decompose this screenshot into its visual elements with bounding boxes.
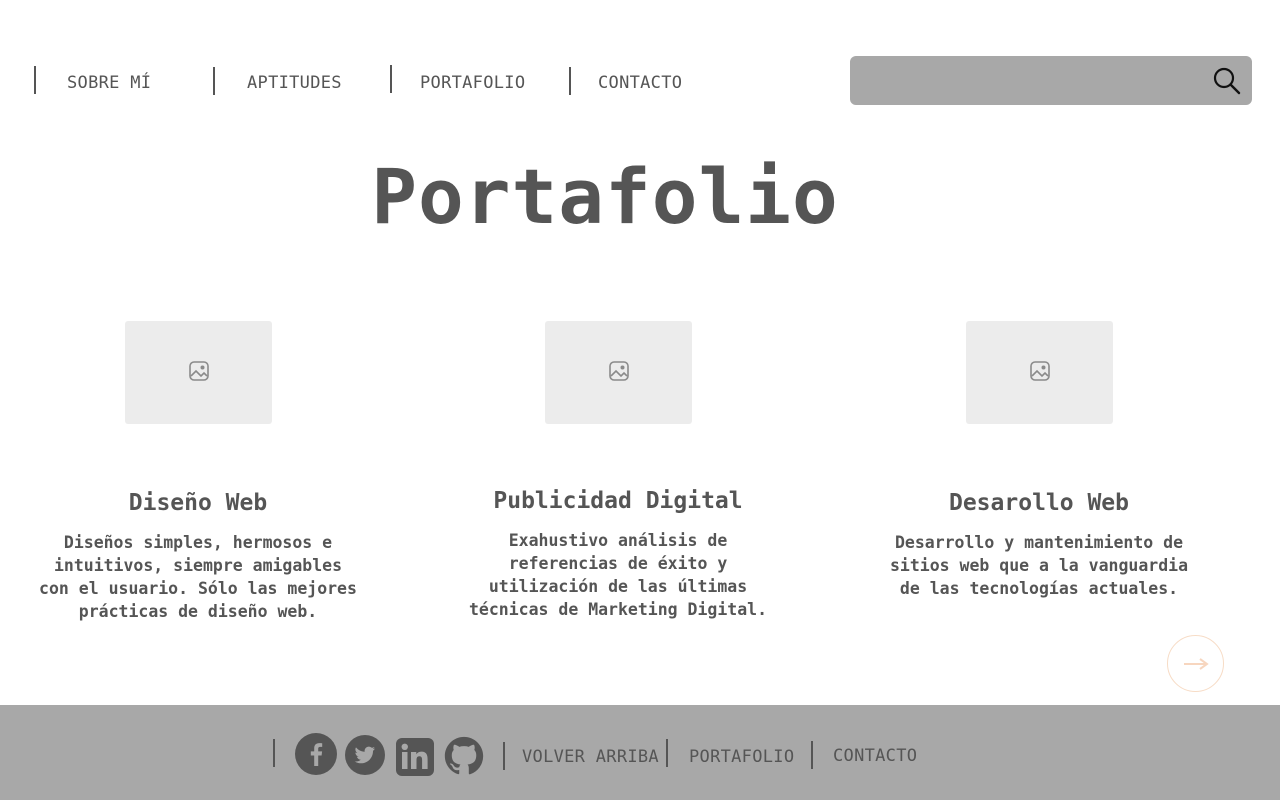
nav-link-portafolio[interactable]: PORTAFOLIO — [420, 73, 525, 93]
nav-link-contacto[interactable]: CONTACTO — [598, 73, 682, 93]
card-title: Publicidad Digital — [493, 488, 743, 514]
facebook-icon — [295, 733, 337, 775]
card-image — [966, 321, 1113, 424]
footer-divider — [503, 742, 505, 770]
nav-divider — [569, 67, 571, 95]
image-placeholder-icon — [188, 360, 210, 386]
footer-link-volver-arriba[interactable]: VOLVER ARRIBA — [522, 747, 659, 767]
image-placeholder-icon — [608, 360, 630, 386]
image-placeholder-icon — [1029, 360, 1051, 386]
nav-link-sobre-mi[interactable]: SOBRE MÍ — [67, 73, 151, 93]
page-title: Portafolio — [371, 152, 839, 241]
linkedin-link[interactable] — [394, 736, 436, 778]
linkedin-icon — [396, 738, 434, 776]
facebook-link[interactable] — [295, 733, 337, 775]
next-arrow-button[interactable] — [1167, 635, 1224, 692]
nav-divider — [34, 66, 36, 94]
top-navigation: SOBRE MÍ APTITUDES PORTAFOLIO CONTACTO — [0, 0, 1280, 120]
github-icon — [444, 736, 484, 775]
arrow-right-icon — [1183, 657, 1209, 670]
twitter-icon — [345, 735, 385, 775]
footer-link-portafolio[interactable]: PORTAFOLIO — [689, 747, 794, 767]
github-link[interactable] — [443, 735, 485, 777]
footer-divider — [273, 739, 275, 767]
card-description: Desarrollo y mantenimiento de sitios web… — [889, 533, 1188, 598]
card-description: Exahustivo análisis de referencias de éx… — [468, 531, 767, 619]
footer-divider — [811, 741, 813, 769]
card-image — [545, 321, 692, 424]
nav-link-aptitudes[interactable]: APTITUDES — [247, 73, 342, 93]
search-icon[interactable] — [1212, 66, 1242, 96]
footer-divider — [666, 739, 668, 767]
twitter-link[interactable] — [344, 734, 386, 776]
card-title: Desarollo Web — [948, 490, 1129, 516]
footer: VOLVER ARRIBA PORTAFOLIO CONTACTO — [0, 705, 1280, 800]
footer-link-contacto[interactable]: CONTACTO — [833, 746, 917, 766]
nav-divider — [213, 67, 215, 95]
card-title: Diseño Web — [128, 490, 268, 516]
card-image — [125, 321, 272, 424]
nav-divider — [390, 65, 392, 93]
card-description: Diseños simples, hermosos e intuitivos, … — [39, 533, 357, 621]
search-box — [850, 56, 1252, 105]
search-input[interactable] — [864, 66, 1204, 95]
